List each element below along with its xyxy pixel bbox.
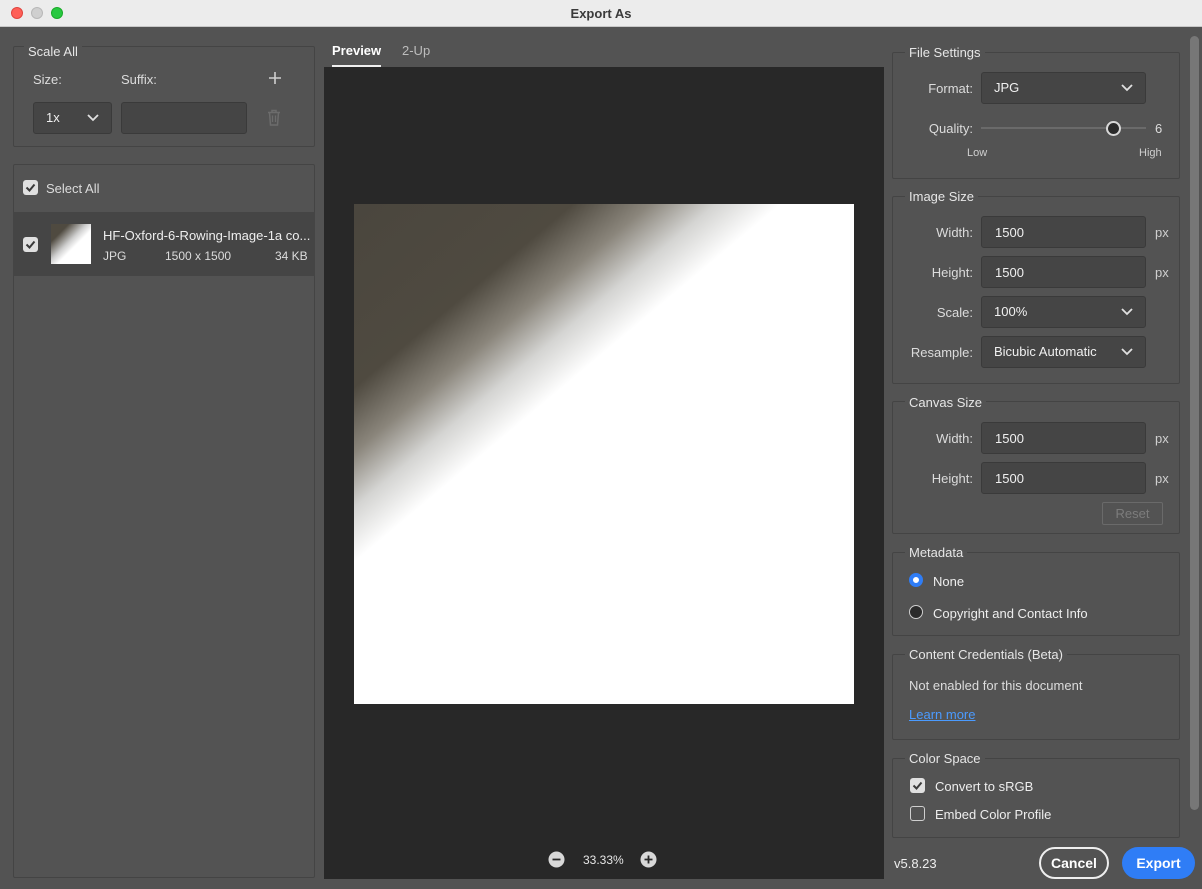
canvas-size-title: Canvas Size (905, 395, 986, 410)
metadata-title: Metadata (905, 545, 968, 560)
version-label: v5.8.23 (894, 856, 937, 871)
chevron-down-icon (87, 114, 99, 122)
metadata-group (892, 552, 1180, 636)
tab-preview[interactable]: Preview (332, 43, 382, 67)
canvas-height-label: Height: (931, 471, 973, 486)
reset-button[interactable]: Reset (1102, 502, 1163, 525)
asset-checkbox[interactable] (23, 237, 38, 252)
scale-label: Scale: (936, 305, 973, 320)
quality-value: 6 (1155, 121, 1163, 136)
cancel-button[interactable]: Cancel (1039, 847, 1109, 879)
quality-slider-handle[interactable] (1106, 121, 1121, 136)
suffix-label: Suffix: (121, 72, 157, 87)
file-settings-title: File Settings (905, 45, 985, 60)
asset-thumbnail (51, 224, 91, 264)
image-width-unit: px (1155, 225, 1169, 240)
metadata-copyright-radio[interactable] (909, 605, 923, 619)
asset-row[interactable]: HF-Oxford-6-Rowing-Image-1a co... JPG 15… (13, 212, 315, 276)
suffix-input[interactable] (121, 102, 247, 134)
select-all-checkbox[interactable] (23, 180, 38, 195)
checkmark-icon (912, 781, 923, 790)
color-space-group (892, 758, 1180, 838)
scale-all-title: Scale All (24, 44, 82, 59)
asset-filesize: 34 KB (275, 249, 308, 263)
format-label: Format: (928, 81, 973, 96)
reset-button-label: Reset (1115, 506, 1150, 521)
export-as-dialog: Export As Scale All Size: Suffix: 1x Sel… (0, 0, 1202, 889)
asset-name: HF-Oxford-6-Rowing-Image-1a co... (103, 228, 311, 243)
zoom-level: 33.33% (583, 853, 624, 867)
image-height-unit: px (1155, 265, 1169, 280)
content-credentials-status: Not enabled for this document (909, 678, 1083, 693)
asset-format: JPG (103, 249, 127, 263)
learn-more-link[interactable]: Learn more (909, 707, 975, 722)
quality-high-label: High (1139, 147, 1162, 159)
image-size-title: Image Size (905, 189, 979, 204)
asset-dimensions: 1500 x 1500 (165, 249, 232, 263)
image-height-label: Height: (931, 265, 973, 280)
size-select-value: 1x (46, 110, 60, 125)
add-scale-icon[interactable] (268, 71, 282, 85)
chevron-down-icon (1121, 308, 1133, 316)
canvas-width-unit: px (1155, 431, 1169, 446)
canvas-width-input[interactable] (981, 422, 1146, 454)
export-button[interactable]: Export (1122, 847, 1195, 879)
metadata-none-radio[interactable] (909, 573, 923, 587)
tab-2up[interactable]: 2-Up (402, 43, 430, 67)
canvas-width-label: Width: (936, 431, 973, 446)
resample-select[interactable]: Bicubic Automatic (981, 336, 1146, 368)
image-width-label: Width: (936, 225, 973, 240)
select-all-label: Select All (46, 181, 100, 196)
trash-icon[interactable] (266, 109, 282, 126)
preview-area (324, 67, 884, 879)
canvas-height-input[interactable] (981, 462, 1146, 494)
zoom-out-icon[interactable] (548, 851, 565, 868)
checkmark-icon (25, 240, 36, 249)
quality-slider-track[interactable] (981, 127, 1146, 129)
convert-srgb-checkbox[interactable] (910, 778, 925, 793)
canvas-height-unit: px (1155, 471, 1169, 486)
window-title: Export As (570, 6, 632, 21)
tab-2up-label: 2-Up (402, 43, 431, 58)
chevron-down-icon (1121, 84, 1133, 92)
tab-preview-label: Preview (332, 43, 382, 58)
format-select-value: JPG (994, 80, 1020, 95)
metadata-copyright-label: Copyright and Contact Info (933, 606, 1088, 621)
scale-select-value: 100% (994, 304, 1028, 319)
content-credentials-title: Content Credentials (Beta) (905, 647, 1067, 662)
chevron-down-icon (1121, 348, 1133, 356)
resample-label: Resample: (910, 345, 973, 360)
metadata-none-label: None (933, 574, 965, 589)
settings-scrollbar[interactable] (1190, 36, 1199, 810)
format-select[interactable]: JPG (981, 72, 1146, 104)
resample-select-value: Bicubic Automatic (994, 344, 1097, 359)
size-select[interactable]: 1x (33, 102, 112, 134)
quality-label: Quality: (928, 121, 973, 136)
content-credentials-group (892, 654, 1180, 740)
checkmark-icon (25, 183, 36, 192)
quality-low-label: Low (967, 147, 988, 159)
embed-profile-label: Embed Color Profile (935, 807, 1052, 822)
embed-profile-checkbox[interactable] (910, 806, 925, 821)
scale-select[interactable]: 100% (981, 296, 1146, 328)
preview-image (354, 204, 854, 704)
zoom-in-icon[interactable] (640, 851, 657, 868)
size-label: Size: (33, 72, 62, 87)
image-height-input[interactable] (981, 256, 1146, 288)
image-width-input[interactable] (981, 216, 1146, 248)
color-space-title: Color Space (905, 751, 985, 766)
convert-srgb-label: Convert to sRGB (935, 779, 1034, 794)
title-bar: Export As (0, 0, 1202, 27)
